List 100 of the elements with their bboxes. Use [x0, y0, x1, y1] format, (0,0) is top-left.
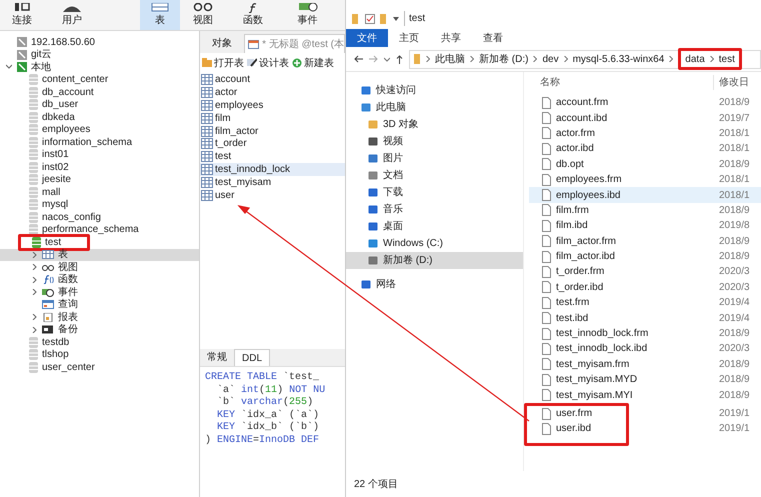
file-row[interactable]: film.frm 2018/9	[529, 202, 761, 218]
tab[interactable]: DDL	[234, 349, 270, 366]
nav-item[interactable]: Windows (C:)	[346, 235, 523, 252]
breadcrumb-item[interactable]: dev	[542, 52, 559, 66]
file-row[interactable]: test_myisam.MYI 2018/9	[529, 387, 761, 403]
table-list-item[interactable]: user	[200, 189, 345, 202]
toolbar-button[interactable]: 函数	[226, 0, 280, 30]
ribbon-tab[interactable]: 主页	[388, 29, 430, 47]
tab[interactable]: * 无标题 @test (本	[244, 34, 345, 53]
ribbon-tab[interactable]: 共享	[430, 29, 472, 47]
toolbar-button[interactable]: 设计表	[247, 56, 289, 70]
table-list-item[interactable]: actor	[200, 86, 345, 99]
table-list-item[interactable]: account	[200, 73, 345, 86]
file-row[interactable]: account.frm 2018/9	[529, 95, 761, 110]
database-name[interactable]: mysql	[42, 197, 68, 212]
toolbar-button[interactable]: 打开表	[202, 56, 244, 70]
database-name[interactable]: information_schema	[42, 134, 132, 150]
toolbar-button[interactable]: 表	[140, 0, 180, 30]
ribbon-tab[interactable]: 文件	[346, 29, 388, 47]
connection-name[interactable]: git云	[31, 47, 52, 62]
table-list-item[interactable]: t_order	[200, 137, 345, 150]
database-name[interactable]: test	[45, 234, 62, 250]
column-header[interactable]: 名称	[529, 74, 714, 90]
ribbon-tab[interactable]: 查看	[472, 29, 514, 47]
file-date: 2020/3	[719, 280, 750, 295]
toolbar-button[interactable]: 视图	[180, 0, 226, 30]
database-name[interactable]: dbkeda	[42, 110, 75, 125]
nav-item[interactable]: 3D 对象	[346, 116, 523, 133]
nav-item[interactable]: 网络	[346, 276, 523, 293]
breadcrumb-item[interactable]: mysql-5.6.33-winx64	[572, 52, 664, 66]
file-row[interactable]: employees.ibd 2018/1	[529, 187, 761, 203]
breadcrumb-item[interactable]: data	[685, 52, 705, 66]
toolbar-button[interactable]: 用户	[44, 0, 100, 30]
database-name[interactable]: nacos_config	[42, 210, 101, 225]
database-name[interactable]: user_center	[42, 360, 95, 375]
database-name[interactable]: inst02	[42, 160, 69, 175]
file-row[interactable]: test_innodb_lock.ibd 2020/3	[529, 341, 761, 357]
database-name[interactable]: db_user	[42, 97, 78, 112]
file-row[interactable]: test.frm 2019/4	[529, 295, 761, 310]
connection-name[interactable]: 本地	[31, 60, 51, 75]
connection-name[interactable]: 192.168.50.60	[31, 34, 95, 50]
toolbar-button[interactable]: 事件	[280, 0, 335, 30]
toolbar-button[interactable]: 新建表	[292, 56, 334, 70]
file-row[interactable]: film_actor.frm 2018/9	[529, 234, 761, 249]
table-list-item[interactable]: test_myisam	[200, 176, 345, 190]
tree-row[interactable]: 事件	[0, 286, 199, 298]
file-row[interactable]: db.opt 2018/9	[529, 156, 761, 172]
database-name[interactable]: employees	[42, 122, 90, 138]
nav-item[interactable]: 图片	[346, 150, 523, 167]
table-list-item[interactable]: film_actor	[200, 124, 345, 138]
file-row[interactable]: test_innodb_lock.frm 2018/9	[529, 326, 761, 342]
database-name[interactable]: performance_schema	[42, 222, 139, 238]
file-name: account.frm	[556, 96, 608, 110]
database-name[interactable]: db_account	[42, 84, 94, 100]
tree-row[interactable]: 函数	[0, 274, 199, 286]
database-icon	[29, 362, 38, 373]
file-row[interactable]: user.frm 2019/1	[529, 406, 761, 422]
file-row[interactable]: t_order.frm 2020/3	[529, 264, 761, 280]
file-row[interactable]: test_myisam.MYD 2018/9	[529, 372, 761, 388]
tree-row[interactable]: 查询	[0, 298, 199, 311]
breadcrumb-item[interactable]: 此电脑	[435, 52, 465, 66]
tree-row[interactable]: 报表	[0, 311, 199, 324]
nav-item[interactable]: 新加卷 (D:)	[346, 252, 523, 269]
file-row[interactable]: actor.frm 2018/1	[529, 126, 761, 142]
nav-item[interactable]: 视频	[346, 133, 523, 150]
database-name[interactable]: tlshop	[42, 347, 69, 362]
file-row[interactable]: account.ibd 2019/7	[529, 110, 761, 126]
database-name[interactable]: jeesite	[42, 172, 71, 188]
file-row[interactable]: user.ibd 2019/1	[529, 421, 761, 437]
tree-row[interactable]: 备份	[0, 324, 199, 336]
file-row[interactable]: test.ibd 2019/4	[529, 310, 761, 326]
tree-row[interactable]: 表	[0, 248, 199, 261]
table-list-item[interactable]: test	[200, 150, 345, 164]
database-name[interactable]: inst01	[42, 147, 69, 162]
nav-item[interactable]: 下载	[346, 184, 523, 201]
tree-row[interactable]: 视图	[0, 261, 199, 274]
file-row[interactable]: film_actor.ibd 2018/9	[529, 248, 761, 264]
nav-item[interactable]: 桌面	[346, 218, 523, 235]
tab[interactable]: 对象	[200, 34, 244, 53]
address-bar[interactable]: 此电脑 新加卷 (D:) dev mysql-5.6.33-winx64 data test	[409, 50, 761, 68]
nav-item[interactable]: 快速访问	[346, 82, 523, 99]
file-row[interactable]: test_myisam.frm 2018/9	[529, 356, 761, 372]
table-list-item[interactable]: employees	[200, 98, 345, 112]
database-name[interactable]: content_center	[42, 72, 108, 88]
table-list-item[interactable]: film	[200, 112, 345, 125]
file-row[interactable]: t_order.ibd 2020/3	[529, 280, 761, 296]
nav-item[interactable]: 文档	[346, 167, 523, 184]
nav-item[interactable]: 此电脑	[346, 99, 523, 116]
database-name[interactable]: mall	[42, 184, 60, 200]
nav-item[interactable]: 音乐	[346, 201, 523, 218]
column-header[interactable]: 修改日	[714, 74, 749, 90]
table-list-item[interactable]: test_innodb_lock	[200, 163, 345, 176]
database-name[interactable]: testdb	[42, 334, 70, 350]
breadcrumb-item[interactable]: 新加卷 (D:)	[479, 52, 528, 66]
tab[interactable]: 常规	[200, 349, 234, 366]
file-row[interactable]: employees.frm 2018/1	[529, 172, 761, 188]
file-row[interactable]: actor.ibd 2018/1	[529, 141, 761, 157]
breadcrumb-item[interactable]: test	[718, 52, 735, 66]
toolbar-button[interactable]: 连接	[0, 0, 44, 30]
file-row[interactable]: film.ibd 2019/8	[529, 218, 761, 234]
